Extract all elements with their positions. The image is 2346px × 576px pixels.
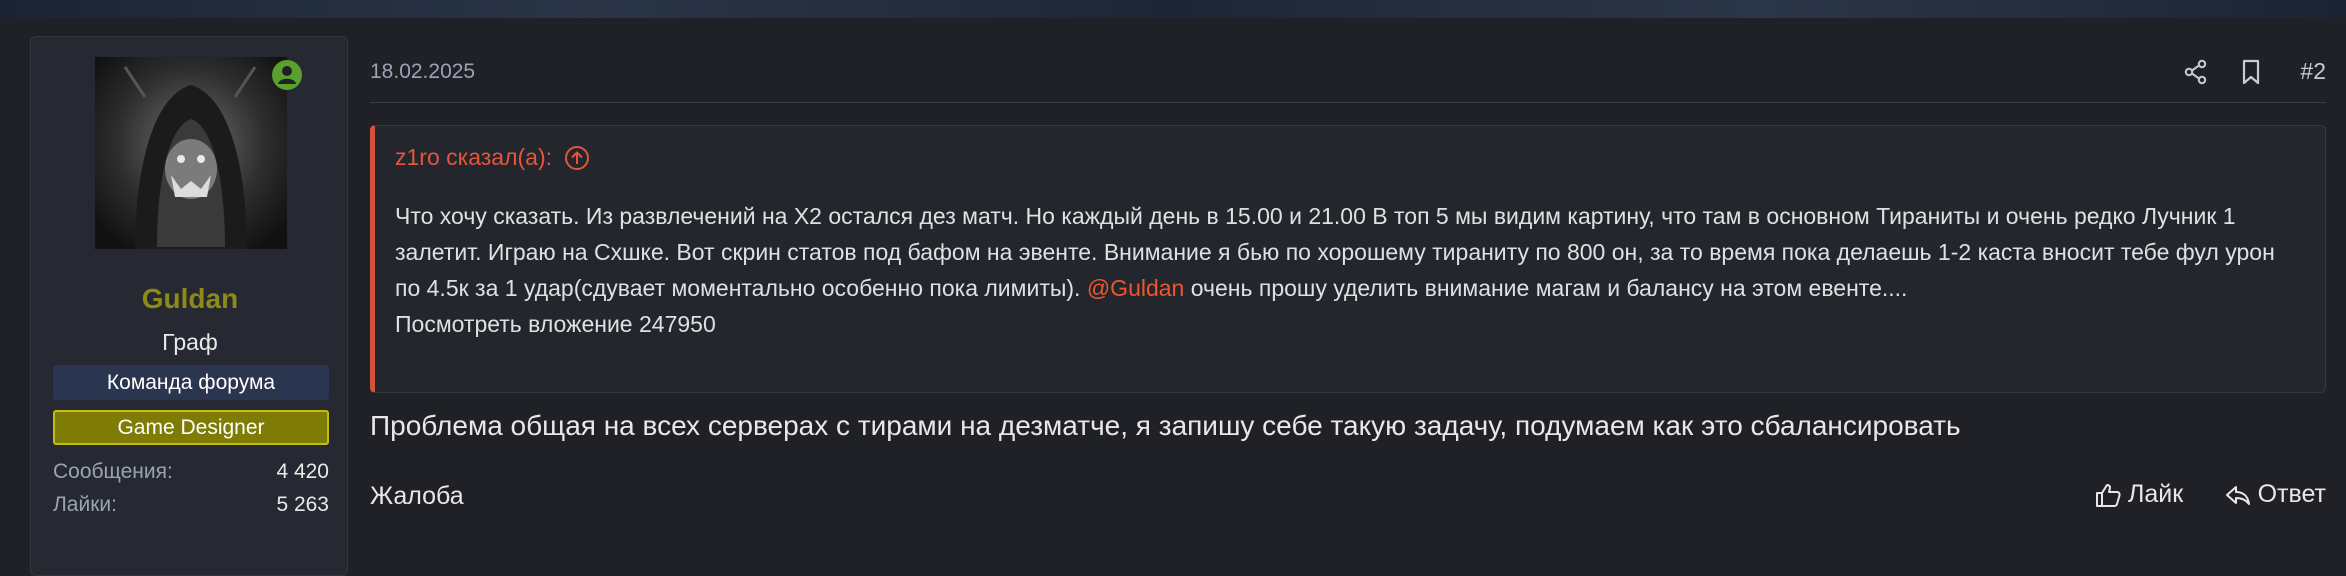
forum-post: Guldan Граф Команда форума Game Designer…	[0, 18, 2346, 576]
report-link[interactable]: Жалоба	[370, 482, 464, 511]
stat-likes-value: 5 263	[276, 493, 329, 516]
stat-messages: Сообщения: 4 420	[53, 460, 329, 486]
share-icon[interactable]	[2182, 58, 2210, 86]
avatar[interactable]	[95, 57, 287, 249]
stat-likes: Лайки: 5 263	[53, 493, 329, 519]
user-card: Guldan Граф Команда форума Game Designer…	[30, 36, 348, 576]
attachment-link[interactable]: Посмотреть вложение 247950	[395, 311, 716, 337]
quote-text-part2: очень прошу уделить внимание магам и бал…	[1190, 275, 1908, 301]
jump-to-quote-icon[interactable]	[564, 145, 590, 171]
quote-body: Что хочу сказать. Из развлечений на Х2 о…	[395, 198, 2295, 342]
user-mention-link[interactable]: @Guldan	[1087, 275, 1185, 301]
online-status-icon	[272, 60, 302, 90]
post-number-link[interactable]: #2	[2300, 58, 2326, 85]
quote-header[interactable]: z1ro сказал(а):	[395, 144, 590, 171]
bookmark-icon[interactable]	[2237, 58, 2265, 86]
post-text: Проблема общая на всех серверах с тирами…	[370, 410, 1961, 441]
post-date[interactable]: 18.02.2025	[370, 60, 475, 84]
username[interactable]: Guldan	[31, 283, 349, 315]
stat-messages-value: 4 420	[276, 460, 329, 483]
stat-likes-label: Лайки:	[53, 493, 117, 516]
banner-game-designer: Game Designer	[53, 410, 329, 445]
thumbs-up-icon	[2096, 483, 2121, 507]
reply-button[interactable]: Ответ	[2224, 480, 2326, 509]
banner-forum-team: Команда форума	[53, 365, 329, 400]
like-label: Лайк	[2128, 480, 2184, 508]
user-title: Граф	[162, 329, 218, 355]
post-header: 18.02.2025 #2	[370, 18, 2326, 103]
post-footer: Жалоба Лайк Ответ	[370, 480, 2326, 522]
page-header-band	[0, 0, 2346, 18]
stat-messages-label: Сообщения:	[53, 460, 173, 483]
reply-icon	[2225, 485, 2250, 505]
quote-author[interactable]: z1ro сказал(а):	[395, 144, 552, 171]
like-button[interactable]: Лайк	[2094, 480, 2183, 509]
reply-label: Ответ	[2257, 480, 2326, 508]
quote-block: z1ro сказал(а): Что хочу сказать. Из раз…	[370, 125, 2326, 393]
